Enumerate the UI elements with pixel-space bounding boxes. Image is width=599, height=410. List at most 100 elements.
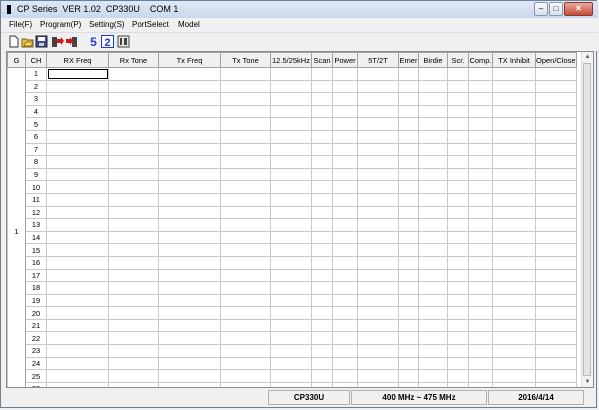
cell-rx-freq[interactable] [46, 67, 109, 81]
cell-bandwidth[interactable] [270, 129, 312, 144]
cell-power[interactable] [332, 155, 358, 169]
cell-bandwidth[interactable] [270, 180, 312, 194]
cell-bandwidth[interactable] [270, 167, 312, 182]
cell-power[interactable] [332, 117, 358, 131]
cell-birdie[interactable] [418, 243, 448, 257]
cell-tx-tone[interactable] [220, 180, 271, 194]
cell-birdie[interactable] [418, 293, 448, 308]
cell-tx-freq[interactable] [158, 218, 221, 232]
cell-rx-freq[interactable] [46, 218, 109, 232]
cell-scr[interactable] [447, 243, 469, 257]
cell-tx-freq[interactable] [158, 67, 221, 81]
cell-emer[interactable] [398, 381, 419, 387]
cell-comp[interactable] [468, 293, 493, 308]
cell-5t2t[interactable] [357, 331, 399, 346]
col-header-scan[interactable]: Scan [311, 52, 333, 68]
cell-scan[interactable] [311, 142, 333, 157]
cell-emer[interactable] [398, 281, 419, 295]
cell-tx-tone[interactable] [220, 344, 271, 358]
cell-scr[interactable] [447, 356, 469, 371]
read-radio-icon[interactable] [51, 35, 64, 48]
cell-birdie[interactable] [418, 218, 448, 232]
cell-birdie[interactable] [418, 142, 448, 157]
cell-5t2t[interactable] [357, 142, 399, 157]
cell-scan[interactable] [311, 356, 333, 371]
cell-5t2t[interactable] [357, 369, 399, 383]
menu-file[interactable]: File(F) [9, 20, 32, 29]
cell-open-close[interactable] [535, 356, 577, 371]
cell-power[interactable] [332, 218, 358, 232]
cell-birdie[interactable] [418, 381, 448, 387]
cell-tx-tone[interactable] [220, 192, 271, 207]
cell-tx-tone[interactable] [220, 155, 271, 169]
cell-rx-tone[interactable] [108, 192, 159, 207]
col-header-emer[interactable]: Emer [398, 52, 419, 68]
cell-open-close[interactable] [535, 268, 577, 283]
cell-birdie[interactable] [418, 79, 448, 94]
cell-comp[interactable] [468, 167, 493, 182]
col-header-birdie[interactable]: Birdie [418, 52, 448, 68]
cell-rx-freq[interactable] [46, 344, 109, 358]
cell-open-close[interactable] [535, 67, 577, 81]
cell-scan[interactable] [311, 344, 333, 358]
cell-open-close[interactable] [535, 230, 577, 245]
cell-bandwidth[interactable] [270, 255, 312, 270]
maximize-button[interactable]: □ [549, 2, 563, 16]
cell-power[interactable] [332, 344, 358, 358]
cell-tx-tone[interactable] [220, 318, 271, 333]
cell-power[interactable] [332, 129, 358, 144]
cell-scr[interactable] [447, 117, 469, 131]
cell-scan[interactable] [311, 79, 333, 94]
cell-rx-tone[interactable] [108, 306, 159, 320]
cell-tx-tone[interactable] [220, 167, 271, 182]
cell-bandwidth[interactable] [270, 142, 312, 157]
cell-scr[interactable] [447, 104, 469, 119]
cell-birdie[interactable] [418, 205, 448, 220]
cell-tx-freq[interactable] [158, 356, 221, 371]
cell-rx-freq[interactable] [46, 142, 109, 157]
cell-scr[interactable] [447, 344, 469, 358]
cell-bandwidth[interactable] [270, 117, 312, 131]
cell-scan[interactable] [311, 180, 333, 194]
cell-open-close[interactable] [535, 192, 577, 207]
cell-bandwidth[interactable] [270, 155, 312, 169]
cell-tx-tone[interactable] [220, 243, 271, 257]
cell-power[interactable] [332, 230, 358, 245]
cell-scr[interactable] [447, 331, 469, 346]
cell-rx-freq[interactable] [46, 369, 109, 383]
cell-rx-tone[interactable] [108, 104, 159, 119]
cell-rx-tone[interactable] [108, 293, 159, 308]
cell-tx-inhibit[interactable] [492, 281, 536, 295]
cell-emer[interactable] [398, 155, 419, 169]
cell-open-close[interactable] [535, 142, 577, 157]
cell-5t2t[interactable] [357, 192, 399, 207]
cell-scan[interactable] [311, 230, 333, 245]
cell-power[interactable] [332, 255, 358, 270]
cell-scan[interactable] [311, 369, 333, 383]
col-header-g[interactable]: G [7, 52, 26, 68]
cell-scan[interactable] [311, 268, 333, 283]
cell-rx-tone[interactable] [108, 142, 159, 157]
cell-rx-tone[interactable] [108, 381, 159, 387]
cell-5t2t[interactable] [357, 180, 399, 194]
cell-scan[interactable] [311, 218, 333, 232]
cell-tx-freq[interactable] [158, 331, 221, 346]
cell-scr[interactable] [447, 180, 469, 194]
cell-power[interactable] [332, 192, 358, 207]
cell-bandwidth[interactable] [270, 369, 312, 383]
col-header-comp[interactable]: Comp. [468, 52, 493, 68]
cell-bandwidth[interactable] [270, 281, 312, 295]
cell-emer[interactable] [398, 79, 419, 94]
cell-birdie[interactable] [418, 180, 448, 194]
menu-model[interactable]: Model [178, 20, 200, 29]
cell-open-close[interactable] [535, 243, 577, 257]
cell-5t2t[interactable] [357, 293, 399, 308]
cell-birdie[interactable] [418, 344, 448, 358]
col-header-ch[interactable]: CH [25, 52, 47, 68]
cell-5t2t[interactable] [357, 318, 399, 333]
cell-tx-tone[interactable] [220, 205, 271, 220]
cell-power[interactable] [332, 180, 358, 194]
cell-tx-tone[interactable] [220, 306, 271, 320]
cell-power[interactable] [332, 381, 358, 387]
cell-rx-tone[interactable] [108, 369, 159, 383]
